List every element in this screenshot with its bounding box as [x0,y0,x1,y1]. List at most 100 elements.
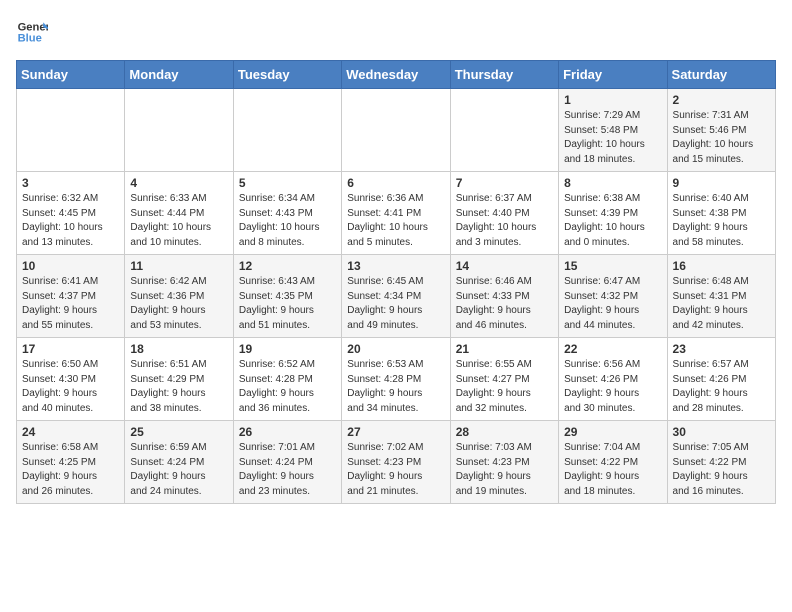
calendar-cell: 18 Sunrise: 6:51 AM Sunset: 4:29 PM Dayli… [125,338,233,421]
day-info: Sunrise: 6:41 AM Sunset: 4:37 PM Dayligh… [22,275,119,333]
day-number: 17 [22,342,119,356]
day-info: Sunrise: 6:55 AM Sunset: 4:27 PM Dayligh… [456,358,553,416]
day-info: Sunrise: 7:29 AM Sunset: 5:48 PM Dayligh… [564,109,661,167]
calendar-cell: 6Sunrise: 6:36 AM Sunset: 4:41 PM Daylig… [342,172,450,255]
day-number: 30 [673,425,770,439]
day-number: 28 [456,425,553,439]
day-of-week-monday: Monday [125,61,233,89]
day-info: Sunrise: 7:04 AM Sunset: 4:22 PM Dayligh… [564,441,661,499]
day-number: 4 [130,176,227,190]
day-number: 12 [239,259,336,273]
calendar-cell: 27Sunrise: 7:02 AM Sunset: 4:23 PM Dayli… [342,421,450,504]
day-info: Sunrise: 7:02 AM Sunset: 4:23 PM Dayligh… [347,441,444,499]
calendar-cell: 10 Sunrise: 6:41 AM Sunset: 4:37 PM Dayli… [17,255,125,338]
calendar-cell: 14 Sunrise: 6:46 AM Sunset: 4:33 PM Dayli… [450,255,558,338]
day-info: Sunrise: 6:33 AM Sunset: 4:44 PM Dayligh… [130,192,227,250]
day-number: 14 [456,259,553,273]
day-number: 7 [456,176,553,190]
calendar-cell [342,89,450,172]
calendar-cell: 25 Sunrise: 6:59 AM Sunset: 4:24 PM Dayli… [125,421,233,504]
calendar-cell: 7Sunrise: 6:37 AM Sunset: 4:40 PM Daylig… [450,172,558,255]
svg-text:Blue: Blue [18,33,42,45]
calendar-cell: 11 Sunrise: 6:42 AM Sunset: 4:36 PM Dayli… [125,255,233,338]
calendar-header-row: SundayMondayTuesdayWednesdayThursdayFrid… [17,61,776,89]
day-info: Sunrise: 6:38 AM Sunset: 4:39 PM Dayligh… [564,192,661,250]
day-of-week-thursday: Thursday [450,61,558,89]
day-info: Sunrise: 6:34 AM Sunset: 4:43 PM Dayligh… [239,192,336,250]
day-info: Sunrise: 6:59 AM Sunset: 4:24 PM Dayligh… [130,441,227,499]
day-of-week-wednesday: Wednesday [342,61,450,89]
calendar-cell: 3Sunrise: 6:32 AM Sunset: 4:45 PM Daylig… [17,172,125,255]
logo-icon: General Blue [16,16,48,48]
day-number: 10 [22,259,119,273]
day-number: 11 [130,259,227,273]
calendar-cell: 26Sunrise: 7:01 AM Sunset: 4:24 PM Dayli… [233,421,341,504]
calendar-header: General Blue [16,16,776,48]
calendar-cell: 1 Sunrise: 7:29 AM Sunset: 5:48 PM Daylig… [559,89,667,172]
day-info: Sunrise: 6:45 AM Sunset: 4:34 PM Dayligh… [347,275,444,333]
day-number: 1 [564,93,661,107]
day-number: 26 [239,425,336,439]
calendar-cell: 16 Sunrise: 6:48 AM Sunset: 4:31 PM Dayli… [667,255,775,338]
calendar-cell: 12 Sunrise: 6:43 AM Sunset: 4:35 PM Dayli… [233,255,341,338]
day-info: Sunrise: 6:32 AM Sunset: 4:45 PM Dayligh… [22,192,119,250]
day-number: 29 [564,425,661,439]
calendar-table: SundayMondayTuesdayWednesdayThursdayFrid… [16,60,776,504]
day-info: Sunrise: 6:42 AM Sunset: 4:36 PM Dayligh… [130,275,227,333]
day-number: 18 [130,342,227,356]
day-info: Sunrise: 6:40 AM Sunset: 4:38 PM Dayligh… [673,192,770,250]
calendar-cell: 24 Sunrise: 6:58 AM Sunset: 4:25 PM Dayli… [17,421,125,504]
day-info: Sunrise: 6:46 AM Sunset: 4:33 PM Dayligh… [456,275,553,333]
calendar-cell: 19 Sunrise: 6:52 AM Sunset: 4:28 PM Dayli… [233,338,341,421]
day-of-week-saturday: Saturday [667,61,775,89]
day-info: Sunrise: 6:43 AM Sunset: 4:35 PM Dayligh… [239,275,336,333]
calendar-cell: 29 Sunrise: 7:04 AM Sunset: 4:22 PM Dayli… [559,421,667,504]
calendar-cell: 21 Sunrise: 6:55 AM Sunset: 4:27 PM Dayli… [450,338,558,421]
day-number: 6 [347,176,444,190]
day-info: Sunrise: 6:58 AM Sunset: 4:25 PM Dayligh… [22,441,119,499]
day-number: 24 [22,425,119,439]
day-info: Sunrise: 6:57 AM Sunset: 4:26 PM Dayligh… [673,358,770,416]
day-info: Sunrise: 6:52 AM Sunset: 4:28 PM Dayligh… [239,358,336,416]
day-of-week-friday: Friday [559,61,667,89]
calendar-cell: 28 Sunrise: 7:03 AM Sunset: 4:23 PM Dayli… [450,421,558,504]
calendar-cell: 4 Sunrise: 6:33 AM Sunset: 4:44 PM Daylig… [125,172,233,255]
day-of-week-sunday: Sunday [17,61,125,89]
day-number: 25 [130,425,227,439]
calendar-cell [233,89,341,172]
calendar-cell: 2 Sunrise: 7:31 AM Sunset: 5:46 PM Daylig… [667,89,775,172]
day-number: 20 [347,342,444,356]
day-info: Sunrise: 6:48 AM Sunset: 4:31 PM Dayligh… [673,275,770,333]
day-number: 22 [564,342,661,356]
day-info: Sunrise: 6:50 AM Sunset: 4:30 PM Dayligh… [22,358,119,416]
logo: General Blue [16,16,52,48]
day-info: Sunrise: 7:03 AM Sunset: 4:23 PM Dayligh… [456,441,553,499]
calendar-cell [17,89,125,172]
day-info: Sunrise: 7:31 AM Sunset: 5:46 PM Dayligh… [673,109,770,167]
day-number: 8 [564,176,661,190]
day-info: Sunrise: 7:05 AM Sunset: 4:22 PM Dayligh… [673,441,770,499]
calendar-cell: 17 Sunrise: 6:50 AM Sunset: 4:30 PM Dayli… [17,338,125,421]
day-number: 21 [456,342,553,356]
day-number: 9 [673,176,770,190]
calendar-cell: 15Sunrise: 6:47 AM Sunset: 4:32 PM Dayli… [559,255,667,338]
day-number: 2 [673,93,770,107]
calendar-cell [125,89,233,172]
calendar-cell: 22 Sunrise: 6:56 AM Sunset: 4:26 PM Dayli… [559,338,667,421]
day-number: 13 [347,259,444,273]
day-number: 16 [673,259,770,273]
calendar-cell: 8 Sunrise: 6:38 AM Sunset: 4:39 PM Daylig… [559,172,667,255]
day-of-week-tuesday: Tuesday [233,61,341,89]
day-number: 19 [239,342,336,356]
day-info: Sunrise: 6:56 AM Sunset: 4:26 PM Dayligh… [564,358,661,416]
day-number: 23 [673,342,770,356]
day-info: Sunrise: 6:51 AM Sunset: 4:29 PM Dayligh… [130,358,227,416]
calendar-cell: 30 Sunrise: 7:05 AM Sunset: 4:22 PM Dayli… [667,421,775,504]
calendar-page: General Blue SundayMondayTuesdayWednesda… [0,0,792,516]
day-number: 15 [564,259,661,273]
day-number: 5 [239,176,336,190]
calendar-cell [450,89,558,172]
day-info: Sunrise: 6:53 AM Sunset: 4:28 PM Dayligh… [347,358,444,416]
calendar-cell: 9 Sunrise: 6:40 AM Sunset: 4:38 PM Daylig… [667,172,775,255]
calendar-cell: 5 Sunrise: 6:34 AM Sunset: 4:43 PM Daylig… [233,172,341,255]
